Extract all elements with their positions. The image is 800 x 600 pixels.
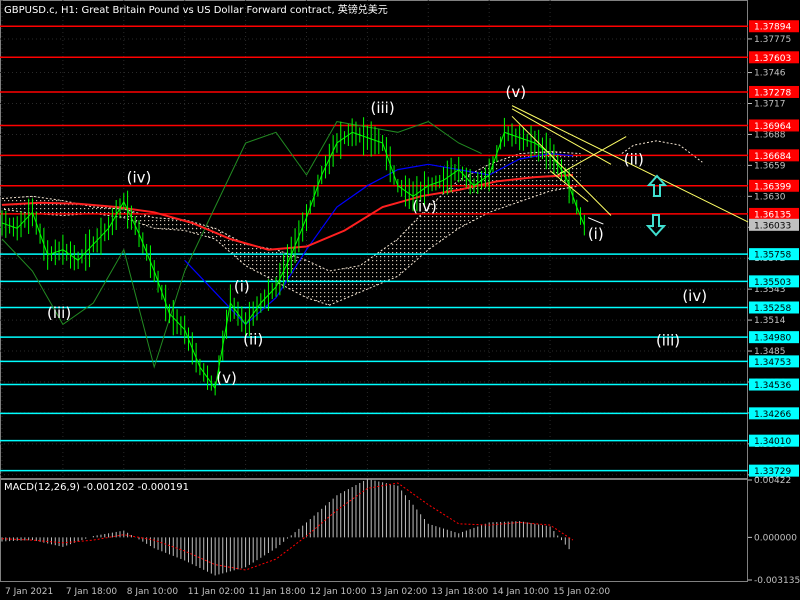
resistance-label-text: 1.36399 [754,182,791,192]
chart-title: GBPUSD.c, H1: Great Britain Pound vs US … [4,5,388,16]
support-label-text: 1.34753 [754,358,791,368]
y-tick-label: 1.3659 [754,161,786,171]
wave-label: (iii) [656,332,680,350]
support-label-text: 1.35503 [754,278,791,288]
wave-label: (i) [588,225,604,243]
resistance-label-text: 1.36964 [754,122,791,132]
chart-canvas[interactable]: (iv) (iii) (i) (ii) (v) (iii) (iv) (v) (ii) (i) (i… [0,0,800,600]
x-tick-label: 13 Jan 02:00 [370,587,427,597]
resistance-label-text: 1.36684 [754,152,791,162]
macd-y-tick-label: 0.00422 [754,476,791,486]
resistance-label-text: 1.37278 [754,88,791,98]
x-tick-label: 11 Jan 02:00 [188,587,245,597]
x-tick-label: 14 Jan 10:00 [492,587,549,597]
wave-label: (i) [234,277,250,295]
resistance-label-text: 1.37603 [754,54,791,64]
wave-label: (iv) [127,168,152,186]
support-label-text: 1.35258 [754,304,791,314]
support-label-text: 1.34980 [754,334,791,344]
support-label-text: 1.34536 [754,381,791,391]
wave-label: (iii) [47,304,71,322]
x-tick-label: 11 Jan 18:00 [249,587,306,597]
x-tick-label: 13 Jan 18:00 [431,587,488,597]
resistance-label-text: 1.37894 [754,23,791,33]
wave-label: (iv) [682,287,707,305]
x-tick-label: 7 Jan 2021 [5,587,53,597]
support-label-text: 1.35758 [754,251,791,261]
macd-y-tick-label: 0.000000 [754,533,797,543]
x-tick-label: 12 Jan 10:00 [309,587,366,597]
y-tick-label: 1.3746 [754,69,786,79]
y-tick-label: 1.3717 [754,99,786,109]
macd-title: MACD(12,26,9) -0.001202 -0.000191 [4,482,189,493]
x-tick-label: 15 Jan 02:00 [553,587,610,597]
x-tick-label: 7 Jan 18:00 [66,587,118,597]
y-tick-label: 1.3514 [754,316,786,326]
macd-y-tick-label: -0.003135 [754,576,800,586]
current-price-label-text: 1.36033 [754,221,791,231]
wave-label: (iv) [412,197,437,215]
x-tick-label: 8 Jan 10:00 [127,587,179,597]
chart-background [0,0,800,600]
wave-label: (iii) [371,99,395,117]
wave-label: (ii) [624,150,644,168]
support-label-text: 1.34266 [754,410,791,420]
wave-label: (v) [216,369,237,387]
wave-label: (ii) [243,331,263,349]
wave-label: (v) [506,83,527,101]
support-label-text: 1.34010 [754,437,791,447]
y-tick-label: 1.3630 [754,192,786,202]
y-tick-label: 1.37775 [754,35,791,45]
